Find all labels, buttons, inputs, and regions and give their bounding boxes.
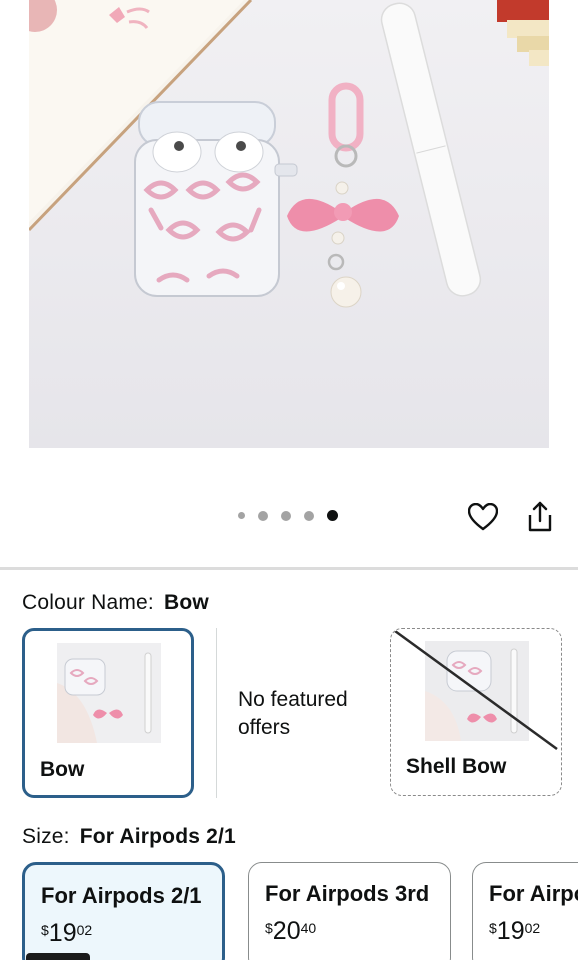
swatch-divider bbox=[216, 628, 217, 798]
carousel-dot[interactable] bbox=[304, 510, 314, 521]
colour-option-label: Shell Bow bbox=[406, 755, 507, 778]
colour-selected-value: Bow bbox=[163, 591, 209, 614]
price-fraction: 02 bbox=[524, 920, 541, 936]
section-divider bbox=[0, 567, 578, 570]
image-carousel-dots[interactable] bbox=[238, 510, 338, 521]
price-whole: 19 bbox=[48, 919, 77, 947]
size-option-title: For Airpods 2/1 bbox=[41, 883, 202, 908]
size-option-price: $ 19 02 bbox=[489, 917, 540, 945]
product-photo-illustration bbox=[29, 0, 549, 308]
share-button[interactable] bbox=[524, 500, 556, 534]
price-whole: 20 bbox=[272, 917, 301, 945]
colour-option-bow[interactable]: Bow bbox=[22, 628, 194, 798]
bottom-indicator-bar bbox=[26, 953, 90, 960]
size-option-airpods-3rd[interactable]: For Airpods 3rd $ 20 40 bbox=[248, 862, 451, 960]
price-currency: $ bbox=[489, 920, 497, 936]
colour-label-row: Colour Name: Bow bbox=[22, 591, 209, 615]
price-fraction: 02 bbox=[76, 922, 93, 938]
size-label-row: Size: For Airpods 2/1 bbox=[22, 825, 236, 849]
size-option-airpods-2-1[interactable]: For Airpods 2/1 $ 19 02 bbox=[22, 862, 225, 960]
size-option-price: $ 19 02 bbox=[41, 919, 92, 947]
size-option-airpods-pro[interactable]: For Airpods Pro $ 19 02 bbox=[472, 862, 578, 960]
carousel-dot[interactable] bbox=[238, 512, 245, 519]
colour-option-shell-bow[interactable]: Shell Bow bbox=[390, 628, 562, 796]
bow-swatch-thumbnail bbox=[57, 643, 161, 743]
price-whole: 19 bbox=[496, 917, 525, 945]
share-icon bbox=[528, 501, 552, 532]
size-option-price: $ 20 40 bbox=[265, 917, 316, 945]
no-featured-offers-text: No featured offers bbox=[238, 688, 348, 739]
colour-option-label: Bow bbox=[40, 758, 85, 781]
heart-icon bbox=[468, 503, 498, 531]
size-selected-value: For Airpods 2/1 bbox=[79, 825, 236, 848]
product-image[interactable] bbox=[29, 0, 549, 448]
size-label: Size: bbox=[22, 825, 70, 848]
size-option-title: For Airpods 3rd bbox=[265, 881, 430, 906]
carousel-dot[interactable] bbox=[281, 510, 291, 521]
carousel-dot-active[interactable] bbox=[327, 510, 338, 521]
size-option-title: For Airpods Pro bbox=[489, 881, 578, 906]
wishlist-button[interactable] bbox=[467, 500, 499, 534]
carousel-dot[interactable] bbox=[258, 510, 268, 521]
price-currency: $ bbox=[265, 920, 273, 936]
colour-label: Colour Name: bbox=[22, 591, 154, 614]
price-currency: $ bbox=[41, 922, 49, 938]
price-fraction: 40 bbox=[300, 920, 317, 936]
